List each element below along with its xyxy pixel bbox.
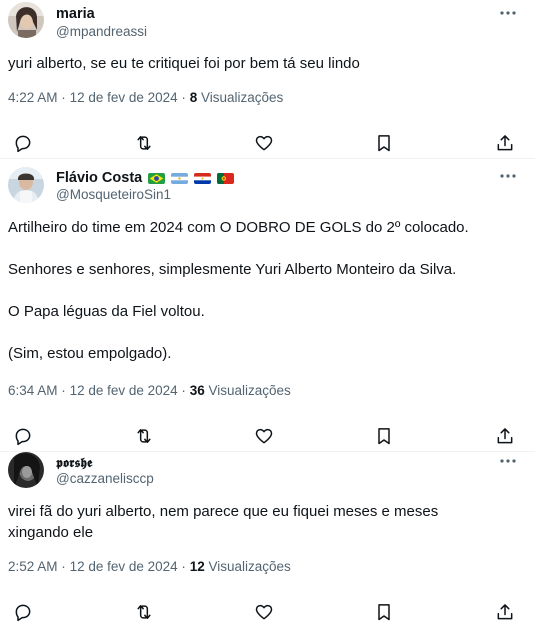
retweet-icon[interactable] [133, 601, 155, 623]
bookmark-icon[interactable] [373, 132, 395, 154]
views-count: 36 [189, 383, 205, 398]
views-count: 12 [189, 559, 205, 574]
display-name[interactable]: 𝖕𝖔𝖗𝖘𝖍𝖊 [56, 456, 92, 471]
tweet-date[interactable]: 12 de fev de 2024 [70, 559, 178, 574]
tweet-text: Artilheiro do time em 2024 com O DOBRO D… [8, 217, 518, 364]
tweet-meta: 2:52 AM · 12 de fev de 2024 · 12 Visuali… [8, 559, 291, 574]
views-label: Visualizações [208, 383, 291, 398]
avatar[interactable] [8, 167, 44, 203]
meta-separator: · [181, 383, 186, 398]
author-name-row: Flávio Costa [56, 169, 235, 187]
meta-separator: · [61, 90, 66, 105]
tweet-date[interactable]: 12 de fev de 2024 [70, 90, 178, 105]
tweet[interactable]: maria @mpandreassi yuri alberto, se eu t… [0, 0, 535, 158]
share-icon[interactable] [494, 425, 516, 447]
bookmark-icon[interactable] [373, 601, 395, 623]
portugal-flag-icon [217, 172, 235, 184]
meta-separator: · [61, 559, 66, 574]
paraguay-flag-icon [194, 172, 212, 184]
heart-icon[interactable] [253, 132, 275, 154]
meta-separator: · [181, 559, 186, 574]
author-name-row: maria [56, 5, 95, 23]
tweet[interactable]: 𝖕𝖔𝖗𝖘𝖍𝖊 @cazzanelisccp virei fã do yuri a… [0, 452, 535, 632]
views-count: 8 [189, 90, 198, 105]
tweet-text-line: (Sim, estou empolgado). [8, 345, 172, 362]
views-label: Visualizações [200, 90, 284, 105]
avatar[interactable] [8, 452, 44, 488]
tweet-text-line: Artilheiro do time em 2024 com O DOBRO D… [8, 219, 469, 236]
display-name[interactable]: maria [56, 6, 95, 22]
action-bar [0, 425, 535, 449]
meta-separator: · [181, 90, 186, 105]
user-handle[interactable]: @MosqueteiroSin1 [56, 187, 171, 202]
action-bar [0, 601, 535, 625]
heart-icon[interactable] [253, 425, 275, 447]
heart-icon[interactable] [253, 601, 275, 623]
tweet-time[interactable]: 4:22 AM [8, 90, 58, 105]
tweet-time[interactable]: 2:52 AM [8, 559, 58, 574]
share-icon[interactable] [494, 601, 516, 623]
reply-icon[interactable] [12, 425, 34, 447]
meta-separator: · [61, 383, 66, 398]
more-dots-icon[interactable] [499, 4, 517, 22]
reply-icon[interactable] [12, 601, 34, 623]
share-icon[interactable] [494, 132, 516, 154]
tweet-time[interactable]: 6:34 AM [8, 383, 58, 398]
tweet-text: virei fã do yuri alberto, nem parece que… [8, 501, 478, 543]
user-handle[interactable]: @mpandreassi [56, 24, 147, 39]
tweet[interactable]: Flávio Costa @MosqueteiroSin1 Artilheiro… [0, 159, 535, 451]
more-dots-icon[interactable] [499, 167, 517, 185]
brazil-flag-icon [148, 172, 166, 184]
tweet-text-line: Senhores e senhores, simplesmente Yuri A… [8, 261, 457, 278]
tweet-text-line: O Papa léguas da Fiel voltou. [8, 303, 205, 320]
tweet-meta: 6:34 AM · 12 de fev de 2024 · 36 Visuali… [8, 383, 291, 398]
tweet-text: yuri alberto, se eu te critiquei foi por… [8, 53, 518, 74]
views-label: Visualizações [208, 559, 291, 574]
more-dots-icon[interactable] [499, 452, 517, 470]
avatar[interactable] [8, 2, 44, 38]
retweet-icon[interactable] [133, 132, 155, 154]
argentina-flag-icon [171, 172, 189, 184]
bookmark-icon[interactable] [373, 425, 395, 447]
tweet-text-line: yuri alberto, se eu te critiquei foi por… [8, 55, 360, 72]
display-name[interactable]: Flávio Costa [56, 170, 142, 186]
user-handle[interactable]: @cazzanelisccp [56, 471, 154, 486]
author-name-row: 𝖕𝖔𝖗𝖘𝖍𝖊 [56, 454, 92, 472]
tweet-text-line: virei fã do yuri alberto, nem parece que… [8, 503, 439, 541]
action-bar [0, 132, 535, 156]
tweet-date[interactable]: 12 de fev de 2024 [70, 383, 178, 398]
retweet-icon[interactable] [133, 425, 155, 447]
tweet-meta: 4:22 AM · 12 de fev de 2024 · 8 Visualiz… [8, 90, 283, 105]
reply-icon[interactable] [12, 132, 34, 154]
